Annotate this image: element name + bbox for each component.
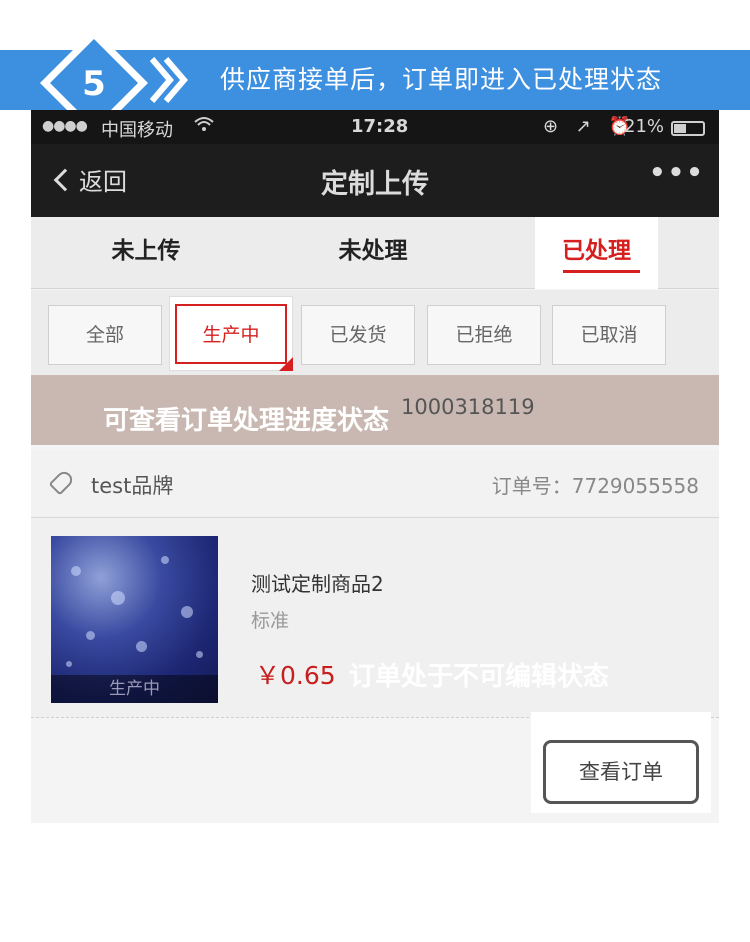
filter-in-production[interactable]: 生产中 <box>169 296 293 371</box>
status-bar: ●●●● 中国移动 17:28 ⊕ ↗ ⏰ 21% <box>31 110 719 144</box>
clock: 17:28 <box>351 116 409 137</box>
thumbnail-status-label: 生产中 <box>51 675 218 703</box>
product-thumbnail: 生产中 <box>51 536 218 703</box>
chevron-arrows-icon <box>150 57 188 103</box>
carrier-name: 中国移动 <box>101 120 173 141</box>
tab-unprocessed[interactable]: 未处理 <box>298 217 448 289</box>
annotation-not-editable: 订单处于不可编辑状态 <box>349 662 610 692</box>
filter-cancelled[interactable]: 已取消 <box>552 305 666 365</box>
order-actions: 查看订单 <box>31 712 719 823</box>
nav-bar: 返回 定制上传 ••• <box>31 144 719 217</box>
battery-percentage: 21% <box>624 116 665 137</box>
tab-processed[interactable]: 已处理 <box>535 217 658 289</box>
tag-icon <box>48 468 76 496</box>
battery-icon <box>671 121 705 136</box>
product-spec: 标准 <box>251 610 290 632</box>
filter-rejected[interactable]: 已拒绝 <box>427 305 541 365</box>
status-tabs: 未上传 未处理 已处理 <box>31 217 719 289</box>
phone-screen: ●●●● 中国移动 17:28 ⊕ ↗ ⏰ 21% 返回 定制上传 ••• 未上… <box>31 110 719 823</box>
step-number: 5 <box>82 64 106 104</box>
brand-name: test品牌 <box>91 474 174 498</box>
tab-processed-label: 已处理 <box>562 238 631 264</box>
tab-not-uploaded[interactable]: 未上传 <box>71 217 221 289</box>
signal-icon: ●●●● <box>42 118 88 134</box>
active-tab-indicator <box>563 270 640 273</box>
wifi-icon <box>194 116 214 137</box>
page-title: 定制上传 <box>321 169 429 200</box>
filter-in-production-label: 生产中 <box>175 304 287 364</box>
product-price: ￥0.65 <box>255 661 336 690</box>
system-status-icons: ⊕ ↗ ⏰ <box>543 116 638 137</box>
order-header: test品牌 订单号：7729055558 <box>31 450 719 518</box>
product-name: 测试定制商品2 <box>251 572 384 596</box>
order-number: 订单号：7729055558 <box>491 474 699 498</box>
view-order-button[interactable]: 查看订单 <box>543 740 699 804</box>
annotation-progress: 可查看订单处理进度状态 <box>103 406 390 436</box>
selected-corner-icon <box>279 357 293 371</box>
notice-text: 1000318119 <box>401 395 535 419</box>
more-options-icon[interactable]: ••• <box>649 158 705 188</box>
filter-chips: 全部 生产中 已发货 已拒绝 已取消 <box>31 290 719 375</box>
filter-all[interactable]: 全部 <box>48 305 162 365</box>
filter-shipped[interactable]: 已发货 <box>301 305 415 365</box>
banner-text: 供应商接单后，订单即进入已处理状态 <box>220 65 663 94</box>
